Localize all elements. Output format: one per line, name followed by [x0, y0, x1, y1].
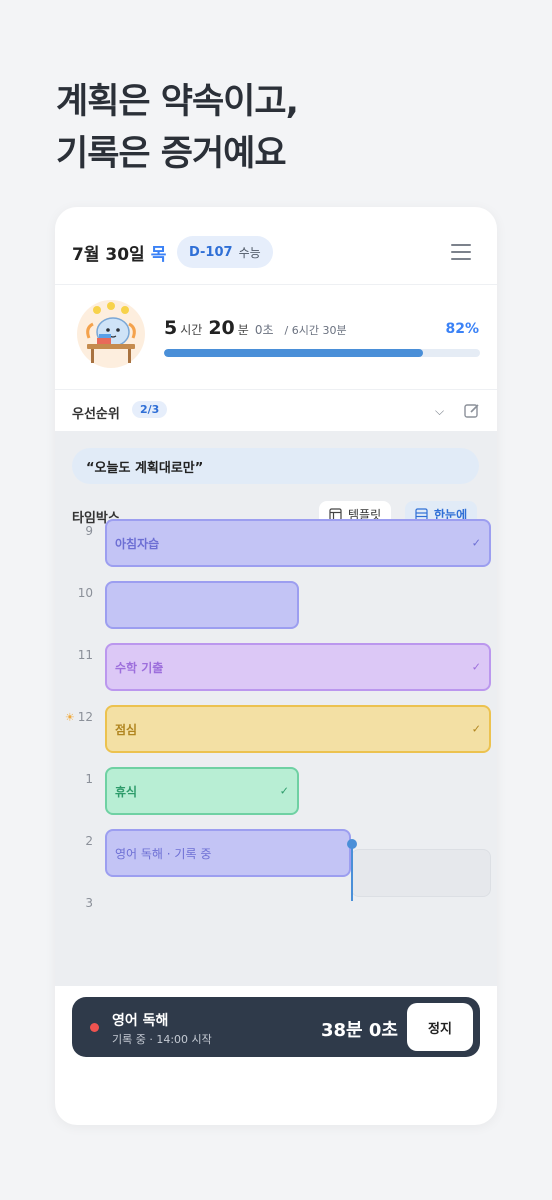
elapsed-time: 38분 0초	[321, 1020, 398, 1041]
check-icon: ✓	[471, 722, 481, 736]
timebox-block[interactable]: 수학 기출 ✓	[105, 643, 491, 691]
hour-label-9: 9	[85, 524, 93, 538]
goal-time: / 6시간 30분	[284, 324, 347, 337]
block-label: 아침자습	[115, 536, 160, 551]
block-label: 점심	[115, 722, 138, 737]
studied-seconds: 0초	[254, 323, 274, 337]
recording-indicator-icon	[90, 1023, 99, 1032]
check-icon: ✓	[471, 536, 481, 550]
hour-label-1: 1	[85, 772, 93, 786]
minutes-unit: 분	[237, 323, 249, 337]
hour-label-12-text: 12	[77, 710, 93, 724]
hamburger-menu-icon[interactable]	[451, 244, 471, 260]
stop-button[interactable]: 정지	[407, 1003, 473, 1051]
recording-bar: 영어 독해 기록 중 · 14:00 시작 38분 0초 정지	[72, 997, 480, 1057]
block-label: 휴식	[115, 784, 138, 799]
hour-label-12: ☀ 12	[55, 710, 93, 724]
progress-bar-fill	[164, 349, 424, 357]
timebox-block[interactable]: 점심 ✓	[105, 705, 491, 753]
dday-count: D-107	[189, 244, 233, 260]
dday-badge[interactable]: D-107 수능	[177, 236, 273, 268]
headline: 계획은 약속이고, 기록은 증거예요	[56, 76, 299, 180]
timebox-block[interactable]: 아침자습 ✓	[105, 519, 491, 567]
timebox-block[interactable]: 휴식 ✓	[105, 767, 299, 815]
hour-label-10: 10	[77, 586, 93, 600]
app-screen: 7월 30일 목 D-107 수능 5 시간 20 분 0초 / 6시간 30분…	[55, 207, 497, 1125]
top-bar: 7월 30일 목 D-107 수능	[55, 207, 497, 285]
sun-icon: ☀	[64, 711, 75, 724]
block-label: 수학 기출	[115, 660, 164, 675]
timebox-grid: 9 10 11 ☀ 12 1 2 3 아침자습 ✓ 수학 기출 ✓ 점심 ✓ 휴…	[55, 431, 497, 986]
recording-status: 기록 중 · 14:00 시작	[112, 1033, 212, 1046]
timebox-block[interactable]	[105, 581, 299, 629]
priority-label: 우선순위	[72, 407, 120, 422]
current-time-indicator	[351, 847, 353, 901]
studied-hours: 5	[164, 317, 178, 339]
study-stats: 5 시간 20 분 0초 / 6시간 30분 82%	[55, 286, 497, 390]
timebox-block-recording[interactable]: 영어 독해 · 기록 중	[105, 829, 351, 877]
hour-label-11: 11	[77, 648, 93, 662]
weekday: 목	[150, 245, 167, 265]
hours-unit: 시간	[180, 323, 203, 337]
edit-icon[interactable]	[463, 402, 481, 420]
hour-label-3: 3	[85, 896, 93, 910]
current-time-handle[interactable]	[347, 839, 357, 849]
check-icon: ✓	[471, 660, 481, 674]
check-icon: ✓	[279, 784, 289, 798]
studied-minutes: 20	[208, 317, 235, 339]
headline-line-1: 계획은 약속이고,	[56, 82, 299, 122]
priority-count-badge: 2/3	[132, 401, 168, 418]
chevron-down-icon[interactable]: ⌵	[435, 404, 444, 419]
hour-label-2: 2	[85, 834, 93, 848]
date-text: 7월 30일	[72, 245, 145, 265]
current-date[interactable]: 7월 30일 목	[72, 240, 166, 265]
studied-time: 5 시간 20 분 0초 / 6시간 30분	[164, 317, 347, 339]
recording-task: 영어 독해	[112, 1013, 169, 1029]
mascot-studying-icon	[77, 300, 145, 368]
remaining-slot[interactable]	[351, 849, 491, 897]
progress-percent: 82%	[445, 321, 479, 337]
block-label: 영어 독해 · 기록 중	[115, 846, 212, 861]
dday-exam: 수능	[238, 245, 261, 260]
priority-row[interactable]: 우선순위 2/3 ⌵	[55, 391, 497, 431]
main-content: “오늘도 계획대로만” 타임박스 템플릿 한눈에 9 10 11 ☀12 1	[55, 431, 497, 986]
progress-bar	[164, 349, 480, 357]
headline-line-2: 기록은 증거예요	[56, 134, 287, 174]
